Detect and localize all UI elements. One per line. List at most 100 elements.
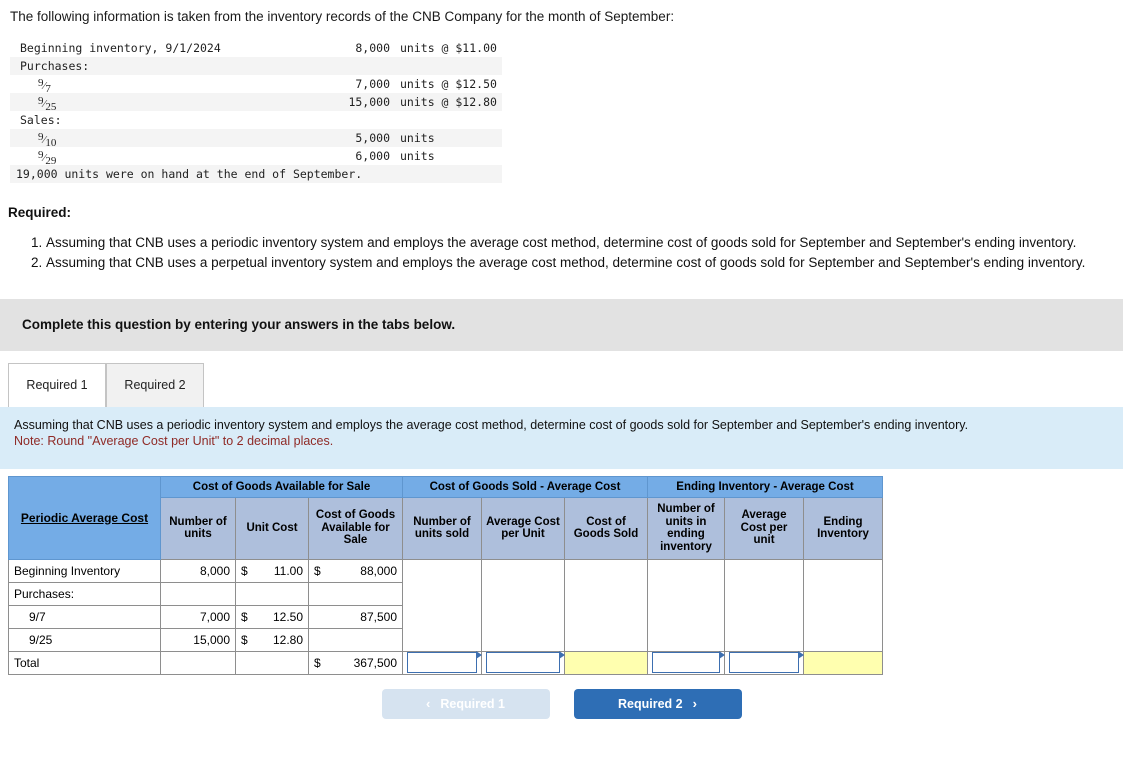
input-units-in-ending-inventory[interactable] xyxy=(652,651,725,674)
row-label-beginning-inventory: Beginning Inventory xyxy=(8,558,161,583)
instruction-banner: Complete this question by entering your … xyxy=(0,298,1123,351)
row-label-purchases: Purchases: xyxy=(8,581,161,606)
data-row-value: 5,000 xyxy=(355,131,390,146)
data-row: Beginning inventory, 9/1/2024 8,000 unit… xyxy=(10,39,502,57)
cell-ending-inventory-spacer xyxy=(803,558,883,652)
group-header-ending-inventory: Ending Inventory - Average Cost xyxy=(647,475,883,498)
col-number-of-units-sold: Number of units sold xyxy=(402,496,482,560)
data-row-value: 6,000 xyxy=(355,149,390,164)
col-average-cost-per-unit: Average Cost per Unit xyxy=(481,496,565,560)
table-row-total: Total $367,500 xyxy=(8,650,883,675)
prev-button-label: Required 1 xyxy=(440,696,505,711)
cell-cogafs-value: 88,000 xyxy=(360,563,397,578)
output-ending-inventory xyxy=(803,650,883,675)
data-row: Sales: xyxy=(10,111,502,129)
input-ending-average-cost-cell[interactable] xyxy=(724,650,804,675)
tab-required-1[interactable]: Required 1 xyxy=(8,362,106,407)
table-row: Beginning Inventory 8,000 $11.00 $88,000 xyxy=(8,558,883,652)
cell-ending-units-spacer xyxy=(647,558,725,652)
worksheet-group-header-row: Periodic Average Cost Cost of Goods Avai… xyxy=(8,475,883,560)
data-footnote-row: 19,000 units were on hand at the end of … xyxy=(10,165,502,184)
data-row-value: 15,000 xyxy=(348,95,390,110)
cell-unit-cost: $11.00 xyxy=(235,558,309,583)
data-row-date-fraction: 9⁄29 xyxy=(10,147,298,168)
cell-avg-cost-spacer xyxy=(481,558,565,652)
data-row: 9⁄25 15,000 units @ $12.80 xyxy=(10,93,502,114)
required-item-1: Assuming that CNB uses a periodic invent… xyxy=(46,234,1123,252)
dollar-sign: $ xyxy=(241,609,248,624)
data-row-value xyxy=(298,111,394,129)
row-label-total: Total xyxy=(8,650,161,675)
worksheet-body: Beginning Inventory 8,000 $11.00 $88,000… xyxy=(8,558,883,675)
cell-units-sold-spacer xyxy=(402,558,482,652)
cell-unit-cost xyxy=(235,581,309,606)
date-fraction-9-25: 9⁄25 xyxy=(38,95,57,114)
input-number-of-units-sold[interactable] xyxy=(407,651,482,674)
total-cogafs-value: 367,500 xyxy=(353,655,397,670)
date-fraction-9-29: 9⁄29 xyxy=(38,149,57,168)
data-row-unit: units @ $12.80 xyxy=(400,95,497,110)
prev-required-1-button[interactable]: ‹ Required 1 xyxy=(381,688,550,719)
date-fraction-9-10: 9⁄10 xyxy=(38,131,57,150)
input-average-cost-per-unit[interactable] xyxy=(486,651,565,674)
date-fraction-9-7: 9⁄7 xyxy=(38,77,51,96)
corner-title-text: Periodic Average Cost xyxy=(20,510,149,525)
tab-strip: Required 1 Required 2 xyxy=(8,362,1123,407)
total-unit-cost-cell xyxy=(235,650,309,675)
cell-cogafs-value: 87,500 xyxy=(360,609,397,624)
cell-cogs-spacer xyxy=(564,558,648,652)
dollar-sign: $ xyxy=(314,563,321,578)
dollar-sign: $ xyxy=(314,655,321,670)
required-heading: Required: xyxy=(8,205,72,221)
nav-buttons: ‹ Required 1 Required 2 › xyxy=(0,688,1123,719)
periodic-average-cost-table: Periodic Average Cost Cost of Goods Avai… xyxy=(8,475,883,675)
input-number-of-units-sold-cell[interactable] xyxy=(402,650,482,675)
col-cost-of-goods-available-for-sale: Cost of Goods Available for Sale xyxy=(308,496,403,560)
total-cogafs-cell: $367,500 xyxy=(308,650,403,675)
total-units-cell[interactable] xyxy=(160,650,236,675)
col-cost-of-goods-sold: Cost of Goods Sold xyxy=(564,496,648,560)
cell-units: 8,000 xyxy=(160,558,236,583)
required-item-2: Assuming that CNB uses a perpetual inven… xyxy=(46,254,1123,272)
question-text: Assuming that CNB uses a periodic invent… xyxy=(14,417,969,432)
col-ending-inventory: Ending Inventory xyxy=(803,496,883,560)
input-ending-units-cell[interactable] xyxy=(647,650,725,675)
data-row: Purchases: xyxy=(10,57,502,76)
cell-cogafs xyxy=(308,581,403,606)
row-label-9-25: 9/25 xyxy=(8,627,161,652)
group-header-cogafs: Cost of Goods Available for Sale xyxy=(160,475,403,498)
data-row-label: Sales: xyxy=(20,113,62,128)
data-row-date-fraction: 9⁄7 xyxy=(10,75,298,96)
cell-unit-cost-value: 11.00 xyxy=(273,563,303,578)
cell-units: 15,000 xyxy=(160,627,236,652)
data-row-unit: units @ $12.50 xyxy=(400,77,497,92)
input-ending-average-cost-per-unit[interactable] xyxy=(729,651,804,674)
output-cost-of-goods-sold xyxy=(564,650,648,675)
cell-cogafs xyxy=(308,627,403,652)
cell-unit-cost-value: 12.50 xyxy=(272,609,303,624)
data-row-date-fraction: 9⁄25 xyxy=(10,93,298,114)
data-row-unit: units @ $11.00 xyxy=(400,41,497,56)
question-info-box: Assuming that CNB uses a periodic invent… xyxy=(0,406,1123,469)
data-row: 9⁄29 6,000 units xyxy=(10,147,502,168)
next-button-label: Required 2 xyxy=(618,696,683,711)
data-row: 9⁄10 5,000 units xyxy=(10,129,502,150)
input-average-cost-per-unit-cell[interactable] xyxy=(481,650,565,675)
tab-required-2[interactable]: Required 2 xyxy=(106,362,204,407)
next-required-2-button[interactable]: Required 2 › xyxy=(573,688,742,719)
data-row-value: 7,000 xyxy=(355,77,390,92)
worksheet-head: Periodic Average Cost Cost of Goods Avai… xyxy=(8,475,883,560)
col-ending-average-cost-per-unit: Average Cost per unit xyxy=(724,496,804,560)
data-row-unit xyxy=(394,111,502,129)
inventory-data-block: Beginning inventory, 9/1/2024 8,000 unit… xyxy=(10,39,502,184)
cell-units xyxy=(160,581,236,606)
row-label-9-7: 9/7 xyxy=(8,604,161,629)
cell-cogafs: 87,500 xyxy=(308,604,403,629)
intro-paragraph: The following information is taken from … xyxy=(10,9,675,24)
cell-unit-cost: $12.80 xyxy=(235,627,309,652)
cell-cogafs: $88,000 xyxy=(308,558,403,583)
cell-unit-cost-value: 12.80 xyxy=(272,632,303,647)
data-row-unit: units xyxy=(400,131,435,146)
data-row-value: 8,000 xyxy=(355,41,390,56)
worksheet-container: Periodic Average Cost Cost of Goods Avai… xyxy=(8,475,1123,675)
